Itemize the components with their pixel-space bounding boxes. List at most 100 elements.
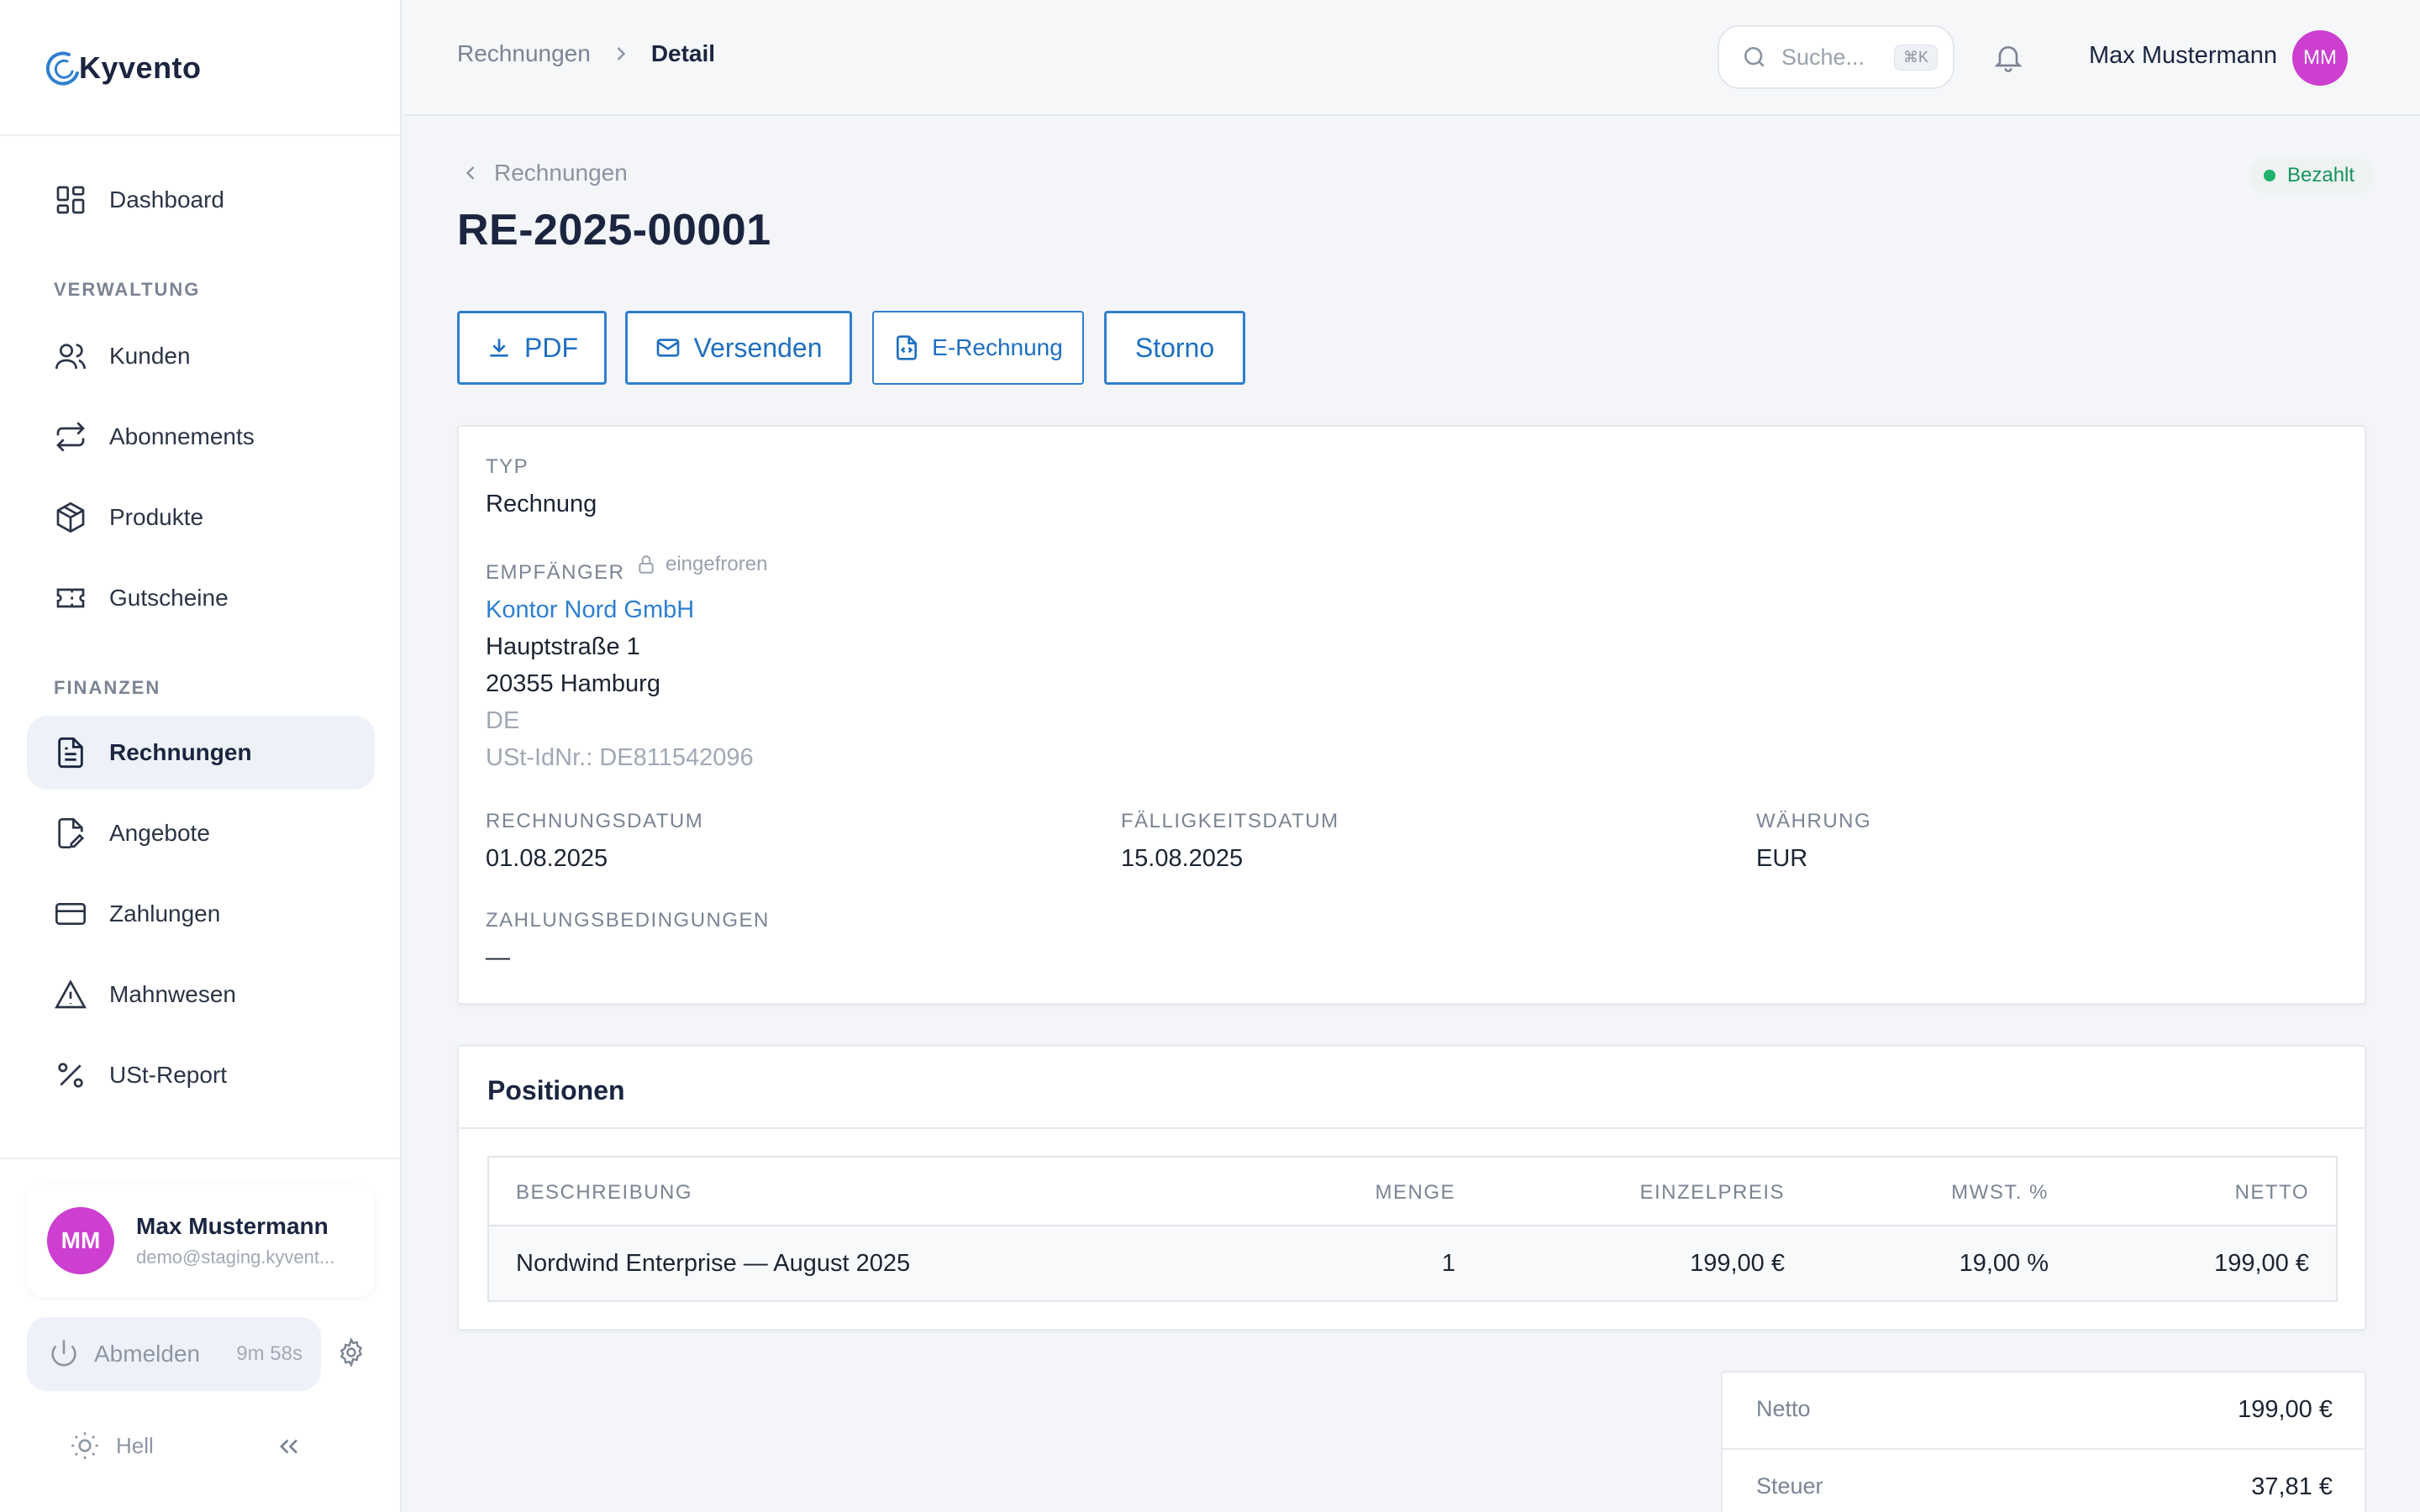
sidebar-item-label: Produkte	[109, 504, 204, 530]
col-net: NETTO	[2234, 1181, 2309, 1204]
sidebar-item-mahnwesen[interactable]: Mahnwesen	[27, 958, 375, 1032]
user-card[interactable]: MM Max Mustermann demo@staging.kyvent...	[27, 1184, 375, 1297]
tax-label: Steuer	[1756, 1473, 1823, 1499]
cell-qty: 1	[1441, 1250, 1455, 1277]
currency-value: EUR	[1756, 845, 1808, 872]
totals-card: Netto 199,00 € Steuer 37,81 €	[1721, 1371, 2366, 1512]
col-qty: MENGE	[1375, 1181, 1455, 1204]
total-net-row: Netto 199,00 €	[1723, 1373, 2365, 1448]
topbar: Rechnungen Detail Suche... ⌘K Max Muster…	[403, 0, 2420, 116]
status-dot	[2264, 170, 2275, 181]
sidebar-item-label: Abonnements	[109, 423, 255, 449]
sidebar-item-kunden[interactable]: Kunden	[27, 319, 375, 393]
tax-value: 37,81 €	[2251, 1473, 2333, 1500]
sidebar-item-ust-report[interactable]: USt-Report	[27, 1038, 375, 1112]
sidebar-item-abonnements[interactable]: Abonnements	[27, 400, 375, 474]
cell-unit-price: 199,00 €	[1690, 1250, 1785, 1277]
sidebar-item-label: Mahnwesen	[109, 981, 236, 1007]
search-input[interactable]: Suche... ⌘K	[1718, 25, 1954, 89]
payment-terms-value: —	[486, 944, 510, 971]
user-name: Max Mustermann	[136, 1213, 329, 1239]
status-badge: Bezahlt	[2249, 156, 2374, 195]
currency-label: WÄHRUNG	[1756, 810, 1872, 832]
top-user-name[interactable]: Max Mustermann	[2089, 42, 2277, 70]
cell-net: 199,00 €	[2214, 1250, 2309, 1277]
payment-terms-label: ZAHLUNGSBEDINGUNGEN	[486, 909, 770, 932]
erechnung-button[interactable]: E-Rechnung	[872, 311, 1084, 385]
session-timer: 9m 58s	[236, 1342, 302, 1365]
invoice-date-value: 01.08.2025	[486, 845, 608, 872]
avatar[interactable]: MM	[2292, 30, 2348, 86]
user-email: demo@staging.kyvent...	[136, 1247, 335, 1268]
sidebar-item-zahlungen[interactable]: Zahlungen	[27, 877, 375, 951]
divider	[459, 1127, 2365, 1129]
breadcrumb-rechnungen[interactable]: Rechnungen	[457, 40, 591, 67]
invoice-date-label: RECHNUNGSDATUM	[486, 810, 704, 832]
sidebar-item-dashboard[interactable]: Dashboard	[27, 163, 375, 237]
dashboard-icon	[56, 186, 85, 214]
send-button[interactable]: Versenden	[625, 311, 852, 385]
lock-icon	[639, 555, 654, 574]
frozen-label: eingefroren	[666, 553, 768, 575]
theme-toggle[interactable]: Hell	[69, 1430, 154, 1462]
logout-button[interactable]: Abmelden 9m 58s	[27, 1317, 321, 1391]
recipient-country: DE	[486, 707, 520, 734]
file-code-icon	[897, 335, 918, 360]
gear-icon[interactable]	[336, 1337, 366, 1368]
logout-label: Abmelden	[94, 1341, 201, 1367]
table-header: BESCHREIBUNG MENGE EINZELPREIS MWST. % N…	[489, 1158, 2336, 1226]
users-icon	[55, 344, 86, 370]
divider	[0, 1158, 402, 1159]
file-edit-icon	[58, 818, 85, 848]
back-link-label: Rechnungen	[494, 160, 628, 186]
back-link[interactable]: Rechnungen	[459, 160, 628, 186]
sidebar-item-label: Gutscheine	[109, 585, 229, 611]
package-icon	[56, 501, 85, 533]
download-icon	[490, 339, 508, 357]
storno-button-label: Storno	[1134, 332, 1215, 363]
recipient-street: Hauptstraße 1	[486, 633, 640, 660]
pdf-button[interactable]: PDF	[457, 311, 607, 385]
nav-section-finanzen: FINANZEN	[54, 677, 161, 698]
search-icon	[1744, 47, 1765, 67]
search-placeholder: Suche...	[1781, 44, 1865, 70]
mail-icon	[657, 339, 680, 357]
user-meta: Max Mustermann demo@staging.kyvent...	[136, 1213, 334, 1268]
positions-table: BESCHREIBUNG MENGE EINZELPREIS MWST. % N…	[487, 1156, 2338, 1302]
storno-button[interactable]: Storno	[1104, 311, 1245, 385]
brand-logo[interactable]: Kyvento	[44, 42, 202, 94]
repeat-icon	[56, 422, 85, 452]
credit-card-icon	[55, 903, 86, 925]
brand-name: Kyvento	[79, 50, 202, 85]
chevrons-left-icon[interactable]	[274, 1431, 304, 1462]
theme-label: Hell	[116, 1432, 154, 1458]
positions-title: Positionen	[487, 1075, 625, 1105]
col-description: BESCHREIBUNG	[516, 1181, 693, 1204]
type-label: TYP	[486, 455, 529, 478]
status-label: Bezahlt	[2287, 164, 2355, 186]
sidebar-item-angebote[interactable]: Angebote	[27, 796, 375, 870]
recipient-name-link[interactable]: Kontor Nord GmbH	[486, 596, 694, 624]
breadcrumb-current: Detail	[650, 40, 716, 66]
sidebar-item-rechnungen[interactable]: Rechnungen	[27, 716, 375, 790]
ticket-icon	[56, 588, 85, 608]
sidebar-item-label: Angebote	[109, 820, 210, 846]
sidebar-item-label: Zahlungen	[109, 900, 221, 927]
send-button-label: Versenden	[693, 332, 823, 363]
sidebar-item-label: Rechnungen	[109, 739, 252, 765]
sidebar-item-gutscheine[interactable]: Gutscheine	[27, 561, 375, 635]
chevron-right-icon	[617, 47, 625, 60]
pdf-button-label: PDF	[524, 332, 578, 363]
due-date-label: FÄLLIGKEITSDATUM	[1121, 810, 1339, 832]
recipient-vat-id: USt-IdNr.: DE811542096	[486, 744, 754, 771]
net-value: 199,00 €	[2238, 1396, 2333, 1423]
page-title: RE-2025-00001	[457, 206, 771, 255]
recipient-label: EMPFÄNGER	[486, 561, 625, 584]
sidebar-item-produkte[interactable]: Produkte	[27, 480, 375, 554]
bell-icon[interactable]	[1991, 40, 2025, 74]
nav-section-verwaltung: VERWALTUNG	[54, 279, 201, 300]
power-icon	[51, 1340, 76, 1367]
search-shortcut: ⌘K	[1893, 44, 1938, 71]
percent-icon	[58, 1063, 83, 1088]
col-vat: MWST. %	[1951, 1181, 2049, 1204]
